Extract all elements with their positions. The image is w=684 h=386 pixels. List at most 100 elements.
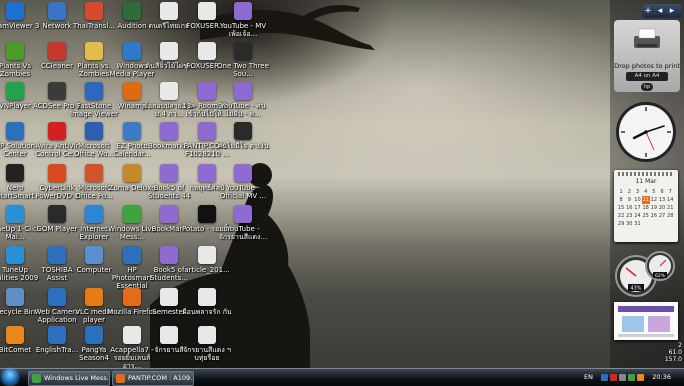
document-icon [198,326,216,344]
flv-video-icon [234,164,252,182]
calendar-day[interactable]: 7 [666,188,674,196]
calendar-day[interactable]: 5 [650,188,658,196]
clock-gadget[interactable] [614,100,678,164]
vlc-icon [85,288,103,306]
calendar-day[interactable]: 23 [625,212,633,220]
calendar-day[interactable]: 26 [650,212,658,220]
firefox-icon [123,288,141,306]
calendar-day[interactable]: 25 [642,212,650,220]
start-button[interactable] [2,369,18,385]
calendar-day[interactable]: 24 [633,212,641,220]
calendar-rings [618,172,674,176]
memory-value: 62% [655,273,666,279]
desktop-icon[interactable]: article_201... [184,244,230,292]
calendar-day[interactable]: 28 [666,212,674,220]
gom-player-icon [48,205,66,223]
calendar-day[interactable]: 6 [658,188,666,196]
calendar-day[interactable]: 9 [625,196,633,204]
flv-video-icon [234,205,252,223]
calendar-day[interactable]: 14 [666,196,674,204]
paper-size-select[interactable]: A4 on A4 [626,72,668,81]
winamp-icon [123,82,141,100]
calendar-day[interactable]: 27 [658,212,666,220]
messenger-tray-icon[interactable] [628,373,636,381]
hp-solution-center-icon [6,122,24,140]
calendar-day[interactable]: 11 [641,196,650,204]
print-gadget[interactable]: Drop photos to print A4 on A4 hp [614,20,680,92]
calendar-day[interactable]: 22 [617,212,625,220]
document-icon [160,82,178,100]
avira-icon [48,122,66,140]
calendar-day[interactable]: 12 [650,196,658,204]
calendar-day[interactable]: 31 [633,220,641,228]
desktop-icon[interactable]: จักรยานสีแดง ฯ บทุ่ยรื่อย [183,324,231,368]
taskbar-button-label: PANTIP.COM : A109... [128,374,194,382]
desktop-icon-label: จักรยานสีแดง ฯ บทุ่ยรื่อย [183,346,231,362]
desktop-icon[interactable]: คนไม่มีใจ ตาเงิน [217,120,269,168]
calendar-day[interactable]: 1 [617,188,625,196]
flv-video-icon [160,246,178,264]
computer-icon [85,246,103,264]
desktop-icon-label: YouTube - จักรยานสีแดง... [218,225,268,241]
cpu-meter-gadget[interactable]: 43% 62% [614,250,678,298]
calendar-day[interactable]: 13 [658,196,666,204]
volume-icon[interactable] [619,373,627,381]
nero-icon [6,164,24,182]
taskbar-button-label: Windows Live Mess... [44,374,110,382]
desktop-icon-label: article_201... [184,266,230,274]
desktop-icon-label: YouTube - คนไม่ฝัน - พ... [220,102,266,118]
print-gadget-label: Drop photos to print [614,62,680,70]
recycle-bin-icon [6,288,24,306]
hp-photosmart-icon [123,246,141,264]
powerpoint-icon [85,164,103,182]
flv-video-icon [234,2,252,20]
system-tray: EN 20:36 [584,369,684,386]
translator-icon [85,2,103,20]
calendar-day[interactable]: 20 [658,204,666,212]
hp-logo: hp [641,83,653,91]
document-icon [160,2,178,20]
taskbar-button[interactable]: Windows Live Mess... [28,371,110,386]
previous-gadgets-button[interactable]: ◂ [654,4,666,18]
audition-icon [123,2,141,20]
calendar-day[interactable]: 2 [625,188,633,196]
antivirus-tray-icon[interactable] [610,373,618,381]
document-icon [160,42,178,60]
cpu-value: 43% [630,286,641,292]
windows-live-messenger-icon [123,205,141,223]
next-gadgets-button[interactable]: ▸ [666,4,678,18]
music-icon [234,42,252,60]
bitcomet-tray-icon[interactable] [637,373,645,381]
acdsee-icon [48,82,66,100]
calendar-day[interactable]: 10 [633,196,641,204]
calendar-day[interactable]: 16 [625,204,633,212]
language-indicator[interactable]: EN [584,373,593,381]
calendar-day[interactable]: 21 [666,204,674,212]
calendar-week: 8 9 10 11 12 13 14 [617,196,675,204]
network-tray-icon[interactable] [601,373,609,381]
document-icon [160,288,178,306]
calendar-day[interactable]: 15 [617,204,625,212]
calendar-day[interactable]: 17 [633,204,641,212]
desktop-icon-label: YouTube - Official MV ... [219,184,267,200]
calendar-day[interactable]: 8 [617,196,625,204]
taskbar-clock[interactable]: 20:36 [652,373,671,381]
calendar-day[interactable]: 30 [625,220,633,228]
file-icon [198,2,216,20]
music-icon [234,122,252,140]
add-gadget-button[interactable]: + [642,4,654,18]
taskbar: Windows Live Mess... PANTIP.COM : A109...… [0,368,684,386]
flv-video-icon [234,82,252,100]
calendar-gadget[interactable]: 11 Mar 1 2 3 4 5 6 7 8 9 10 11 12 13 14 15 16 17 18 19 20 21… [614,170,678,242]
zuma-icon [123,164,141,182]
calendar-day[interactable]: 4 [642,188,650,196]
calendar-day[interactable]: 18 [642,204,650,212]
calendar-grid: 1 2 3 4 5 6 7 8 9 10 11 12 13 14 15 16 17 18 19 20 21 22 23 24 2… [617,188,675,228]
calendar-day[interactable]: 29 [617,220,625,228]
taskbar-button[interactable]: PANTIP.COM : A109... [112,371,194,386]
calendar-day[interactable]: 3 [633,188,641,196]
calendar-day[interactable]: 19 [650,204,658,212]
network-icon [48,2,66,20]
slideshow-gadget[interactable] [614,302,678,340]
ccleaner-icon [48,42,66,60]
